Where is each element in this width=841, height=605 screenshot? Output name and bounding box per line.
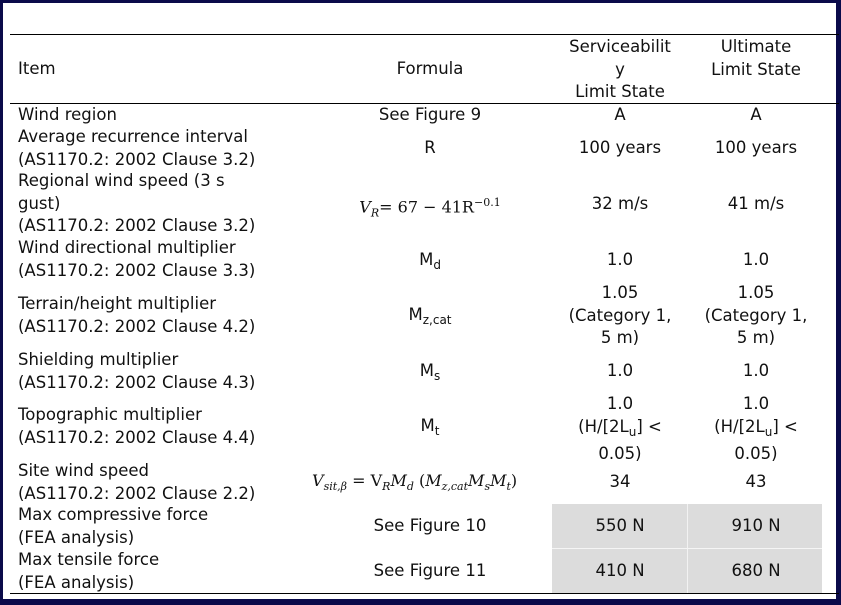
header-formula: Formula	[396, 59, 464, 78]
table-row-uls: 1.0 (H/[2Lu] <0.05)	[714, 394, 798, 463]
table-row-item: Site wind speed (AS1170.2: 2002 Clause 2…	[18, 461, 256, 503]
max-tensile-sls: 410 N	[595, 561, 645, 580]
table-row-uls: 43	[745, 472, 767, 491]
table-row-formula: Md	[419, 250, 441, 272]
table-row-sls: 1.0	[606, 250, 634, 269]
max-compressive-sls: 550 N	[595, 516, 645, 535]
table-top-rule	[10, 34, 839, 35]
table-row-uls: 41 m/s	[727, 194, 785, 213]
header-serviceability: Serviceabilit y Limit State	[569, 37, 671, 101]
table-row-sls: 32 m/s	[591, 194, 649, 213]
table-row-formula: See Figure 9	[378, 105, 482, 124]
table-row-formula: Mz,cat	[408, 305, 452, 327]
table-row-uls: 1.0	[742, 250, 770, 269]
table-row-uls: A	[750, 105, 762, 124]
table-row-sls: A	[614, 105, 626, 124]
max-tensile-uls: 680 N	[731, 561, 781, 580]
cell-divider	[552, 548, 822, 549]
max-compressive-uls: 910 N	[731, 516, 781, 535]
table-row-uls: 1.0	[742, 361, 770, 380]
table-row-sls: 34	[609, 472, 631, 491]
regional-wind-speed-formula: VR= 67 − 41R−0.1	[359, 196, 501, 220]
table-row-formula: See Figure 10	[373, 516, 487, 535]
table-row-sls: 1.0	[606, 361, 634, 380]
site-wind-speed-formula: Vsit,β = VRMd (Mz,catMsMt)	[312, 471, 518, 494]
header-ultimate: Ultimate Limit State	[711, 37, 801, 79]
table-row-sls: 1.0 (H/[2Lu] <0.05)	[578, 394, 662, 463]
table-row-formula: Ms	[419, 361, 441, 383]
table-row-sls: 1.05 (Category 1, 5 m)	[568, 283, 672, 347]
table-row-sls: 100 years	[578, 138, 662, 157]
table-row-formula: Mt	[420, 416, 440, 438]
table-row-uls: 100 years	[714, 138, 798, 157]
table-row-formula: R	[424, 138, 436, 157]
table-row-formula: See Figure 11	[373, 561, 487, 580]
table-row-uls: 1.05 (Category 1, 5 m)	[704, 283, 808, 347]
